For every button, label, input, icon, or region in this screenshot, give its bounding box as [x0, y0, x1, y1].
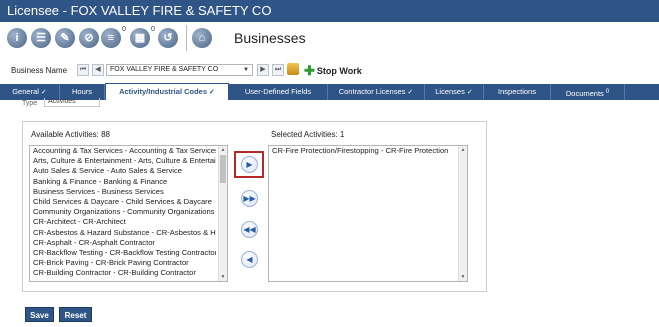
business-select-value: FOX VALLEY FIRE & SAFETY CO	[110, 66, 219, 73]
notes-icon[interactable]: ⊘	[79, 28, 99, 48]
business-select[interactable]: FOX VALLEY FIRE & SAFETY CO ▼	[106, 64, 253, 76]
documents-count-badge: 0	[605, 89, 610, 95]
chevron-down-icon: ▼	[243, 67, 249, 73]
selected-scrollbar[interactable]: ▲ ▼	[458, 146, 467, 281]
scroll-up-icon[interactable]: ▲	[219, 146, 227, 154]
previous-record-button[interactable]: ◀	[92, 64, 104, 76]
contacts-icon[interactable]: ☰	[31, 28, 51, 48]
scroll-down-icon[interactable]: ▼	[219, 273, 227, 281]
remove-all-button[interactable]: ◀◀	[241, 221, 258, 238]
business-name-label: Business Name	[11, 66, 68, 75]
stop-work-label: Stop Work	[316, 66, 362, 76]
tab-contractor-licenses[interactable]: Contractor Licenses ✓	[328, 84, 425, 100]
documents-badge: 0	[122, 26, 126, 33]
check-icon: ✓	[40, 89, 47, 96]
business-lookup-icon[interactable]	[287, 63, 299, 75]
attachments-icon[interactable]: ✎	[55, 28, 75, 48]
list-item[interactable]: CR-Backflow Testing - CR-Backflow Testin…	[30, 248, 216, 258]
selected-activities-header: Selected Activities: 1	[271, 130, 345, 139]
type-select-value: Activities	[48, 98, 76, 105]
last-record-button[interactable]: ⏭	[272, 64, 284, 76]
list-item[interactable]: CR-Asphalt - CR-Asphalt Contractor	[30, 238, 216, 248]
business-row: Business Name ⏮ ◀ FOX VALLEY FIRE & SAFE…	[0, 58, 659, 84]
available-activities-list[interactable]: Accounting & Tax Services - Accounting &…	[29, 145, 228, 282]
list-item[interactable]: CR-Fire Protection/Firestopping - CR-Fir…	[269, 146, 456, 156]
scrollbar-thumb[interactable]	[220, 155, 226, 183]
businesses-icon[interactable]: ⌂	[192, 28, 212, 48]
list-item[interactable]: Accounting & Tax Services - Accounting &…	[30, 146, 216, 156]
plus-icon: ✚	[304, 63, 315, 78]
remove-selected-button[interactable]: ◀	[241, 251, 258, 268]
tab-inspections[interactable]: Inspections	[484, 84, 551, 100]
toolbar-divider	[186, 25, 187, 51]
available-scrollbar[interactable]: ▲ ▼	[218, 146, 227, 281]
next-record-button[interactable]: ▶	[257, 64, 269, 76]
tab-documents-label: Documents	[565, 89, 604, 98]
add-selected-button[interactable]: ▶	[241, 156, 258, 173]
list-item[interactable]: Community Organizations - Community Orga…	[30, 207, 216, 217]
toolbar: i ☰ ✎ ⊘ ≡ 0 ▦ 0 ↺ ⌂ Businesses	[0, 22, 659, 58]
selected-activities-list[interactable]: CR-Fire Protection/Firestopping - CR-Fir…	[268, 145, 468, 282]
tab-licenses-label: Licenses	[435, 87, 465, 96]
list-item[interactable]: Business Services - Business Services	[30, 187, 216, 197]
save-button[interactable]: Save	[25, 307, 54, 322]
list-item[interactable]: CR-Brick Paving - CR-Brick Paving Contra…	[30, 258, 216, 268]
list-item[interactable]: Auto Sales & Service - Auto Sales & Serv…	[30, 166, 216, 176]
list-item[interactable]: CR-Asbestos & Hazard Substance - CR-Asbe…	[30, 228, 216, 238]
available-activities-header: Available Activities: 88	[31, 130, 111, 139]
check-icon: ✓	[407, 89, 414, 96]
tab-activity-label: Activity/Industrial Codes	[119, 87, 208, 96]
tab-activity-industrial-codes[interactable]: Activity/Industrial Codes ✓	[105, 83, 229, 100]
info-icon[interactable]: i	[7, 28, 27, 48]
list-item[interactable]: Child Services & Daycare - Child Service…	[30, 197, 216, 207]
tab-hours-label: Hours	[71, 87, 92, 96]
documents-icon[interactable]: ≡	[101, 28, 121, 48]
calendar-badge: 0	[151, 26, 155, 33]
add-all-button[interactable]: ▶▶	[241, 190, 258, 207]
tab-user-defined-fields[interactable]: User-Defined Fields	[229, 84, 328, 100]
stop-work-button[interactable]: ✚ Stop Work	[304, 63, 362, 79]
tab-udf-label: User-Defined Fields	[244, 87, 312, 96]
tab-licenses[interactable]: Licenses ✓	[425, 84, 484, 100]
scroll-down-icon[interactable]: ▼	[459, 273, 467, 281]
list-item[interactable]: Arts, Culture & Entertainment - Arts, Cu…	[30, 156, 216, 166]
list-item[interactable]: CR-Building Contractor - CR-Building Con…	[30, 268, 216, 278]
tab-general-label: General	[12, 87, 39, 96]
check-icon: ✓	[209, 89, 215, 96]
check-icon: ✓	[466, 89, 473, 96]
list-item[interactable]: Banking & Finance - Banking & Finance	[30, 177, 216, 187]
first-record-button[interactable]: ⏮	[77, 64, 89, 76]
reset-button[interactable]: Reset	[59, 307, 92, 322]
tab-inspections-label: Inspections	[498, 87, 536, 96]
scroll-up-icon[interactable]: ▲	[459, 146, 467, 154]
history-icon[interactable]: ↺	[158, 28, 178, 48]
window-title: Licensee - FOX VALLEY FIRE & SAFETY CO	[7, 3, 272, 18]
type-label: Type	[22, 100, 38, 107]
tab-contractor-label: Contractor Licenses	[338, 87, 406, 96]
type-select[interactable]: Activities	[44, 98, 100, 107]
window-title-bar: Licensee - FOX VALLEY FIRE & SAFETY CO	[0, 0, 659, 22]
list-item[interactable]: CR-Architect - CR-Architect	[30, 217, 216, 227]
businesses-label[interactable]: Businesses	[234, 28, 306, 48]
tab-documents[interactable]: Documents 0	[551, 84, 625, 100]
calendar-icon[interactable]: ▦	[130, 28, 150, 48]
